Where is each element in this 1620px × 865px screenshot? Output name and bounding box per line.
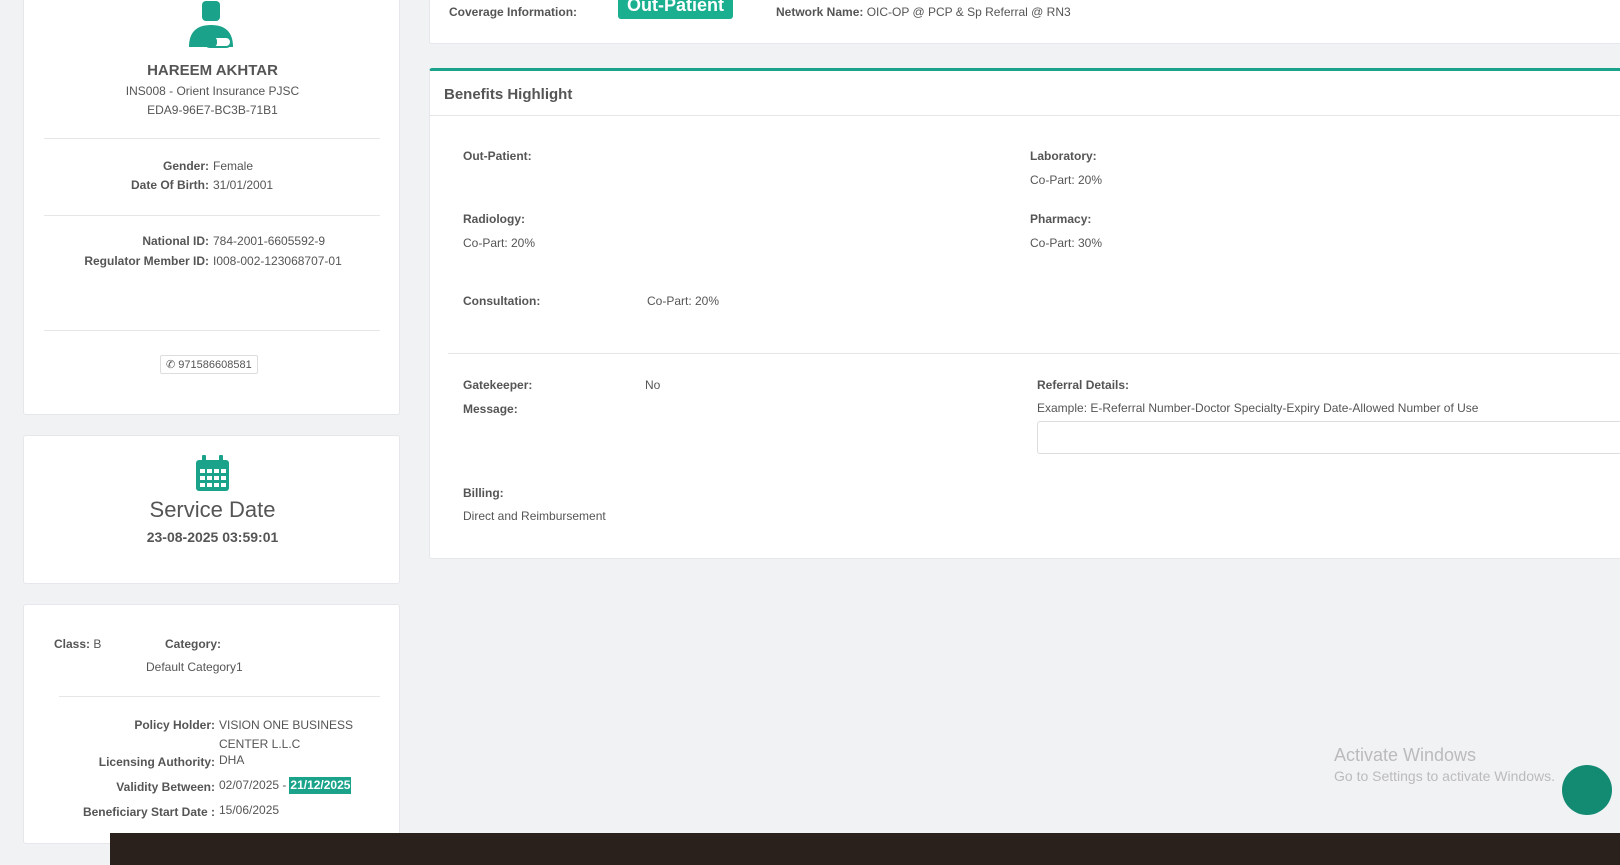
taskbar-strip [110, 833, 1620, 865]
beneficiary-start-value: 15/06/2025 [219, 803, 280, 817]
validity-to: 21/12/2025 [289, 777, 352, 794]
validity-label: Validity Between: [116, 780, 215, 794]
service-date-card: Service Date 23-08-2025 03:59:01 [23, 435, 400, 584]
beneficiary-start-label: Beneficiary Start Date : [82, 805, 215, 819]
policy-card: Class: B Category: Default Category1 Pol… [23, 604, 400, 844]
phone-badge[interactable]: ✆ 971586608581 [160, 355, 258, 374]
policy-holder-value: VISION ONE BUSINESS CENTER L.L.C [219, 718, 354, 751]
referral-label: Referral Details: [1037, 378, 1130, 392]
referral-details-input[interactable] [1037, 421, 1620, 454]
phone-icon: ✆ [166, 359, 176, 371]
referral-hint: Example: E-Referral Number-Doctor Specia… [1037, 401, 1479, 415]
coverage-badge: Out-Patient [618, 0, 733, 19]
watermark-title: Activate Windows [1334, 745, 1477, 765]
regulator-id-label: Regulator Member ID: [84, 254, 209, 268]
national-id-label: National ID: [142, 234, 209, 248]
coverage-label: Coverage Information: [449, 5, 578, 19]
radiology-value: Co-Part: 20% [463, 236, 536, 250]
pharmacy-value: Co-Part: 30% [1030, 236, 1103, 250]
consultation-label: Consultation: [463, 294, 541, 308]
benefits-card: Benefits Highlight Out-Patient: Laborato… [429, 68, 1620, 559]
gender-label: Gender: [162, 159, 209, 173]
licensing-authority-value: DHA [219, 753, 245, 767]
service-date-title: Service Date [149, 497, 276, 522]
patient-name: HAREEM AKHTAR [147, 62, 278, 79]
dob-value: 31/01/2001 [213, 178, 274, 192]
billing-value: Direct and Reimbursement [463, 509, 606, 523]
billing-label: Billing: [463, 486, 504, 500]
chat-button[interactable] [1562, 765, 1612, 815]
gender-value: Female [213, 159, 254, 173]
radiology-label: Radiology: [463, 212, 525, 226]
pharmacy-label: Pharmacy: [1030, 212, 1092, 226]
network-value: OIC-OP @ PCP & Sp Referral @ RN3 [866, 5, 1071, 19]
patient-card: HAREEM AKHTAR INS008 - Orient Insurance … [23, 0, 400, 415]
regulator-id-value: I008-002-123068707-01 [213, 254, 342, 268]
insurer: INS008 - Orient Insurance PJSC [125, 84, 300, 98]
laboratory-label: Laboratory: [1030, 149, 1097, 163]
patient-avatar-icon [189, 1, 233, 48]
network-label: Network Name: [776, 5, 864, 19]
benefits-title: Benefits Highlight [444, 86, 573, 103]
class-value: B [93, 637, 102, 651]
national-id-value: 784-2001-6605592-9 [213, 234, 326, 248]
dob-label: Date Of Birth: [131, 178, 209, 192]
class-label: Class: [54, 637, 91, 651]
policy-holder-label: Policy Holder: [134, 718, 215, 732]
category-value: Default Category1 [146, 660, 243, 674]
outpatient-label: Out-Patient: [463, 149, 532, 163]
message-label: Message: [463, 402, 518, 416]
gatekeeper-label: Gatekeeper: [463, 378, 533, 392]
activate-windows-watermark: Activate Windows Go to Settings to activ… [1334, 745, 1555, 784]
watermark-subtitle: Go to Settings to activate Windows. [1334, 768, 1555, 784]
validity-from: 02/07/2025 - [219, 778, 287, 792]
laboratory-value: Co-Part: 20% [1030, 173, 1103, 187]
consultation-value: Co-Part: 20% [647, 294, 720, 308]
gatekeeper-value: No [645, 378, 661, 392]
licensing-authority-label: Licensing Authority: [98, 755, 215, 769]
coverage-card: Coverage Information: Out-Patient Networ… [429, 0, 1620, 44]
category-label: Category: [165, 637, 222, 651]
member-code: EDA9-96E7-BC3B-71B1 [147, 103, 278, 117]
service-datetime: 23-08-2025 03:59:01 [146, 529, 279, 545]
phone-number: 971586608581 [178, 359, 252, 371]
calendar-icon [196, 455, 229, 491]
